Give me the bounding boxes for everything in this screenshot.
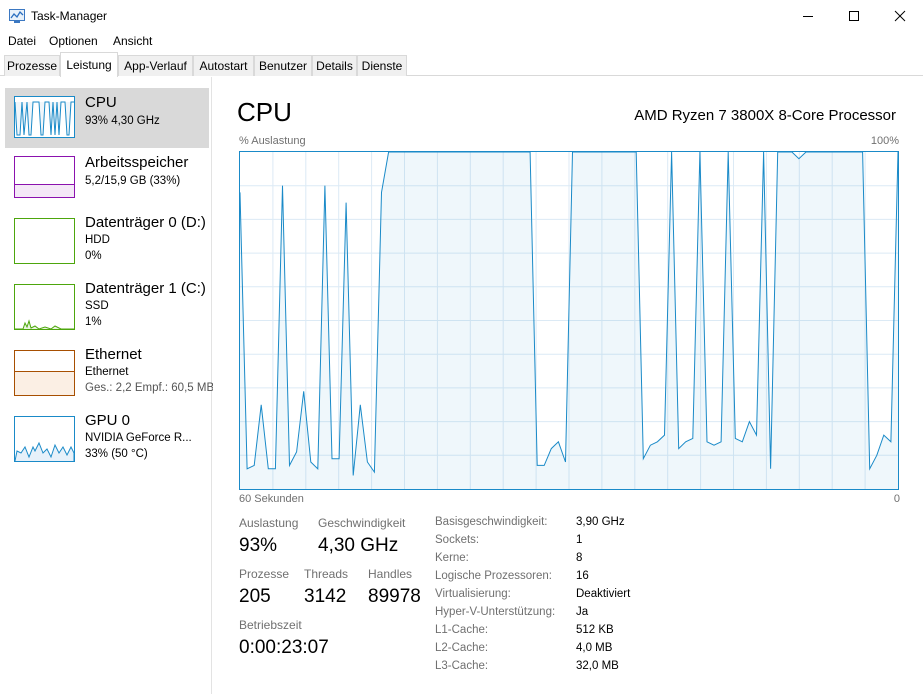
info-label-virtualization: Virtualisierung: (435, 588, 511, 600)
sidebar-item-gpu-label: GPU 0 (85, 412, 131, 429)
menu-optionen[interactable]: Optionen (49, 34, 98, 48)
maximize-button[interactable] (831, 0, 877, 31)
info-label-logical-processors: Logische Prozessoren: (435, 570, 552, 582)
gpu-thumbnail-graph (14, 416, 75, 462)
gpu-mini-graph (15, 441, 74, 461)
sidebar-item-memory-detail: 5,2/15,9 GB (33%) (85, 175, 181, 187)
cpu-thumbnail-graph (14, 96, 75, 138)
sidebar-item-disk1-type: SSD (85, 300, 109, 312)
info-label-l3-cache: L3-Cache: (435, 660, 489, 672)
info-value-l1-cache: 512 KB (576, 624, 614, 636)
menu-ansicht[interactable]: Ansicht (113, 34, 152, 48)
info-value-sockets: 1 (576, 534, 583, 546)
processes-label: Prozesse (239, 567, 290, 581)
sidebar-item-cpu-label: CPU (85, 94, 117, 111)
disk0-thumbnail-graph (14, 218, 75, 264)
minimize-button[interactable] (785, 0, 831, 31)
info-value-l2-cache: 4,0 MB (576, 642, 613, 654)
minimize-icon (803, 15, 813, 17)
sidebar-item-disk1-usage: 1% (85, 316, 102, 328)
sidebar-item-ethernet-throughput: Ges.: 2,2 Empf.: 60,5 MB (85, 382, 213, 394)
tab-prozesse[interactable]: Prozesse (4, 55, 60, 76)
threads-label: Threads (304, 567, 349, 581)
sidebar-item-disk1[interactable]: Datenträger 1 (C:) SSD 1% (5, 274, 209, 334)
disk1-thumbnail-graph (14, 284, 75, 330)
info-value-base-speed: 3,90 GHz (576, 516, 625, 528)
info-value-logical-processors: 16 (576, 570, 589, 582)
processes-value: 205 (239, 586, 271, 607)
tab-benutzer[interactable]: Benutzer (254, 55, 312, 76)
graph-time-label: 60 Sekunden (239, 493, 304, 505)
utilization-label: Auslastung (239, 516, 299, 530)
uptime-value: 0:00:23:07 (239, 637, 329, 658)
sidebar-item-ethernet[interactable]: Ethernet Ethernet Ges.: 2,2 Empf.: 60,5 … (5, 340, 213, 400)
menu-datei[interactable]: Datei (8, 34, 36, 48)
tab-leistung[interactable]: Leistung (60, 52, 118, 77)
sidebar-item-cpu-detail: 93% 4,30 GHz (85, 115, 160, 127)
utilization-value: 93% (239, 535, 278, 556)
speed-label: Geschwindigkeit (318, 516, 406, 530)
sidebar-item-disk0[interactable]: Datenträger 0 (D:) HDD 0% (5, 208, 209, 268)
menu-bar: Datei Optionen Ansicht (0, 31, 923, 51)
sidebar-item-memory-label: Arbeitsspeicher (85, 154, 189, 171)
handles-value: 89978 (368, 586, 421, 607)
speed-value: 4,30 GHz (318, 535, 399, 556)
ethernet-thumbnail-graph (14, 350, 75, 396)
cpu-usage-chart (239, 151, 899, 489)
graph-y-max-label: 100% (870, 135, 899, 147)
memory-usage-fill (15, 184, 74, 197)
sidebar-item-disk0-usage: 0% (85, 250, 102, 262)
memory-thumbnail-graph (14, 156, 75, 198)
graph-time-end-label: 0 (893, 493, 900, 505)
info-value-cores: 8 (576, 552, 583, 564)
task-manager-icon (9, 9, 25, 23)
handles-label: Handles (368, 567, 413, 581)
sidebar-item-memory[interactable]: Arbeitsspeicher 5,2/15,9 GB (33%) (5, 148, 209, 208)
page-title: CPU (237, 97, 292, 127)
window-title: Task-Manager (31, 9, 108, 23)
info-label-cores: Kerne: (435, 552, 469, 564)
sidebar-item-disk0-label: Datenträger 0 (D:) (85, 214, 206, 231)
sidebar-item-ethernet-type: Ethernet (85, 366, 129, 378)
sidebar-item-disk1-label: Datenträger 1 (C:) (85, 280, 206, 297)
disk1-mini-graph (15, 319, 74, 329)
info-label-base-speed: Basisgeschwindigkeit: (435, 516, 548, 528)
sidebar-item-disk0-type: HDD (85, 234, 110, 246)
tab-app-verlauf[interactable]: App-Verlauf (118, 55, 193, 76)
resource-sidebar: CPU 93% 4,30 GHz Arbeitsspeicher 5,2/15,… (0, 77, 213, 694)
sidebar-item-cpu[interactable]: CPU 93% 4,30 GHz (5, 88, 209, 148)
cpu-usage-graph (239, 151, 899, 490)
sidebar-item-gpu[interactable]: GPU 0 NVIDIA GeForce R... 33% (50 °C) (5, 406, 209, 466)
tab-autostart[interactable]: Autostart (193, 55, 254, 76)
ethernet-usage-fill (15, 371, 74, 395)
threads-value: 3142 (304, 586, 347, 607)
info-label-l1-cache: L1-Cache: (435, 624, 489, 636)
close-icon (894, 10, 906, 21)
info-value-l3-cache: 32,0 MB (576, 660, 619, 672)
graph-y-label: % Auslastung (239, 135, 306, 147)
tab-dienste[interactable]: Dienste (357, 55, 407, 76)
info-label-l2-cache: L2-Cache: (435, 642, 489, 654)
close-button[interactable] (877, 0, 923, 31)
cpu-detail-panel: CPU AMD Ryzen 7 3800X 8-Core Processor %… (213, 77, 923, 694)
tab-bar: Prozesse Leistung App-Verlauf Autostart … (0, 51, 923, 77)
sidebar-item-ethernet-label: Ethernet (85, 346, 142, 363)
cpu-mini-graph (15, 101, 74, 136)
maximize-icon (849, 10, 859, 21)
sidebar-item-gpu-usage: 33% (50 °C) (85, 448, 148, 460)
tab-details[interactable]: Details (312, 55, 357, 76)
title-bar: Task-Manager (0, 0, 923, 31)
sidebar-item-gpu-model: NVIDIA GeForce R... (85, 432, 192, 444)
cpu-model-name: AMD Ryzen 7 3800X 8-Core Processor (634, 107, 896, 124)
uptime-label: Betriebszeit (239, 618, 302, 632)
info-value-hyperv: Ja (576, 606, 589, 618)
info-label-hyperv: Hyper-V-Unterstützung: (435, 606, 556, 618)
info-label-sockets: Sockets: (435, 534, 480, 546)
info-value-virtualization: Deaktiviert (576, 588, 631, 600)
